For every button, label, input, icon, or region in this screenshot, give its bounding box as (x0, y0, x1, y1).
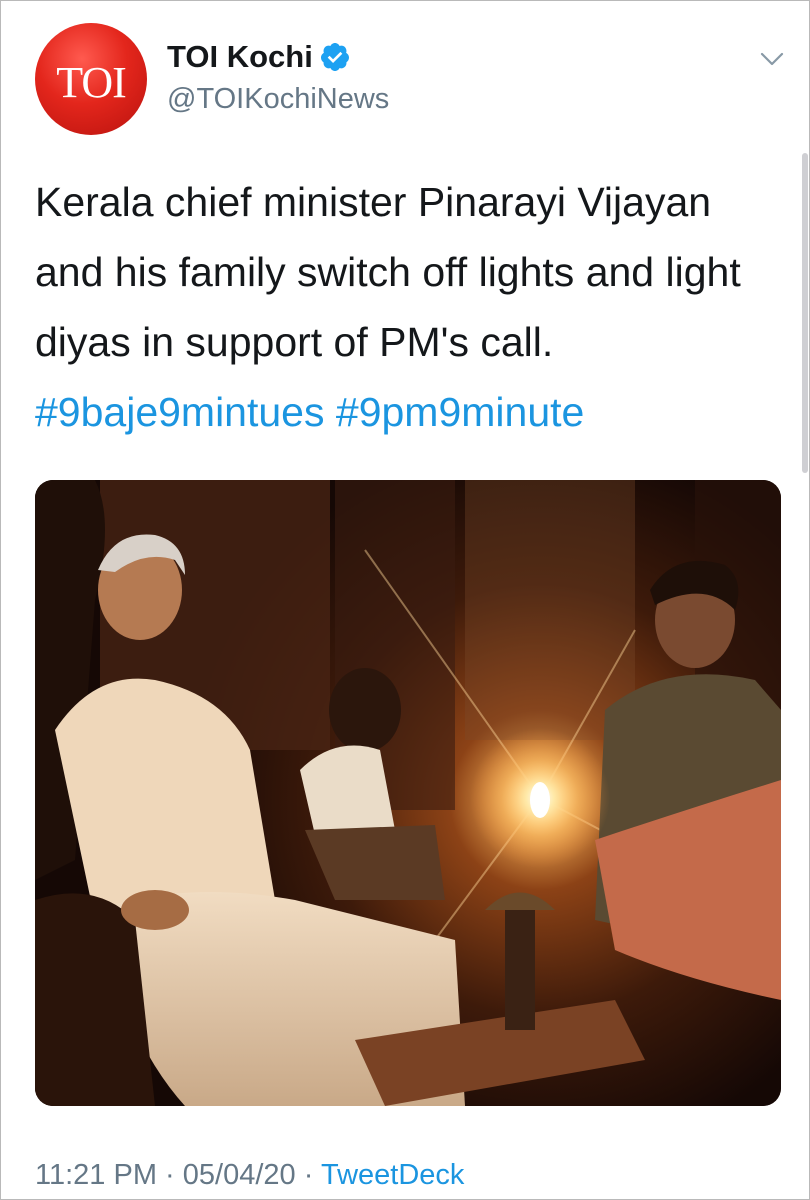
tweet-date[interactable]: 05/04/20 (183, 1159, 296, 1191)
tweet-photo[interactable] (35, 480, 781, 1106)
tweet-meta: 11:21 PM · 05/04/20 · TweetDeck (35, 1159, 464, 1192)
display-name[interactable]: TOI Kochi (167, 39, 313, 75)
hashtag-link[interactable]: #9pm9minute (336, 389, 584, 435)
avatar[interactable]: TOI (35, 23, 147, 135)
photo-illustration (35, 480, 781, 1106)
tweet-body: Kerala chief minister Pinarayi Vijayan a… (35, 179, 741, 365)
tweet-text: Kerala chief minister Pinarayi Vijayan a… (35, 167, 780, 447)
handle[interactable]: @TOIKochiNews (167, 83, 389, 116)
tweet-source-link[interactable]: TweetDeck (321, 1159, 464, 1191)
tweet-card: TOI TOI Kochi @TOIKochiNews Kerala chief… (0, 0, 810, 1200)
meta-separator: · (165, 1159, 175, 1191)
avatar-logo-text: TOI (56, 58, 127, 107)
scrollbar[interactable] (802, 153, 808, 473)
chevron-down-icon[interactable] (759, 49, 785, 69)
meta-separator: · (303, 1159, 314, 1191)
verified-badge-icon (320, 43, 349, 71)
tweet-time[interactable]: 11:21 PM (35, 1159, 157, 1191)
hashtag-link[interactable]: #9baje9mintues (35, 389, 324, 435)
